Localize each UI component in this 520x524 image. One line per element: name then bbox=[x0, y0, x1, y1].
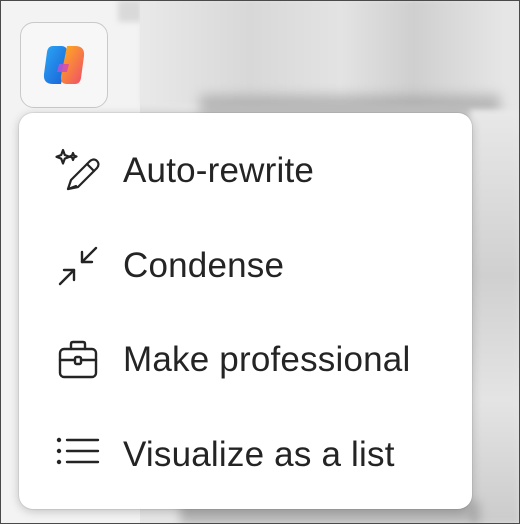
screenshot-border bbox=[0, 0, 520, 524]
